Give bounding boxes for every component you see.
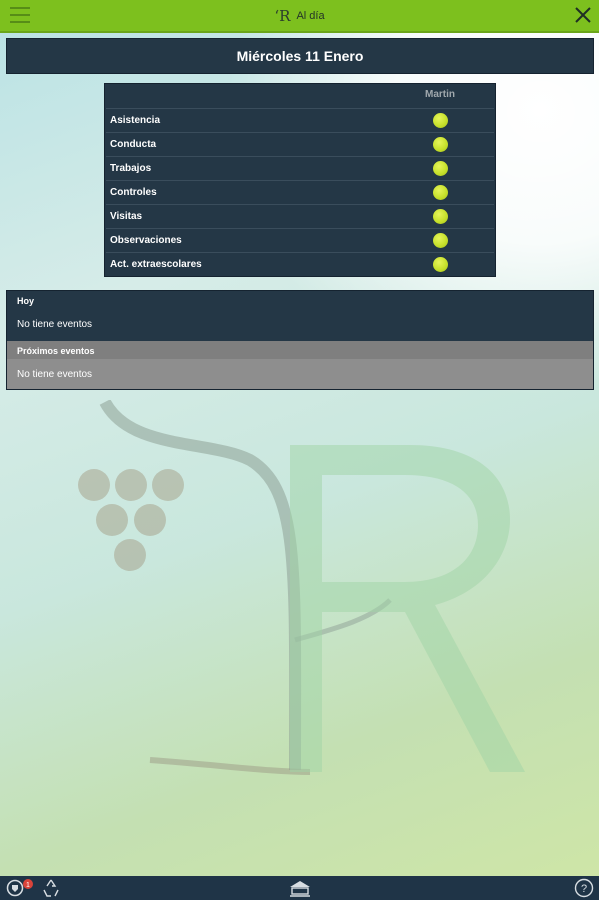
status-dot-icon	[433, 257, 448, 272]
svg-text:?: ?	[581, 883, 587, 895]
status-dot-icon	[433, 113, 448, 128]
student-name: Martin	[425, 89, 455, 100]
today-events: No tiene eventos	[7, 309, 593, 341]
row-label: Visitas	[110, 211, 143, 222]
page-title: Al día	[296, 9, 325, 22]
recycle-icon[interactable]	[40, 878, 62, 898]
close-icon[interactable]	[573, 5, 593, 25]
notification-icon[interactable]: 1	[5, 878, 35, 898]
app-logo: ʻR	[274, 6, 291, 25]
top-bar: ʻR Al día	[0, 0, 599, 33]
today-title: Hoy	[17, 296, 35, 306]
summary-row-extraescolares[interactable]: Act. extraescolares	[106, 252, 494, 276]
row-label: Asistencia	[110, 115, 161, 126]
bottom-bar: 1 ?	[0, 876, 599, 900]
summary-row-controles[interactable]: Controles	[106, 180, 494, 204]
header-title-group: ʻR Al día	[0, 0, 599, 31]
upcoming-events: No tiene eventos	[7, 359, 593, 389]
summary-row-asistencia[interactable]: Asistencia	[106, 108, 494, 132]
row-label: Observaciones	[110, 235, 182, 246]
summary-row-conducta[interactable]: Conducta	[106, 132, 494, 156]
help-icon[interactable]: ?	[573, 878, 595, 898]
row-label: Conducta	[110, 139, 157, 150]
row-label: Controles	[110, 187, 157, 198]
school-icon[interactable]	[288, 878, 312, 898]
status-dot-icon	[433, 209, 448, 224]
notification-badge: 1	[26, 882, 30, 889]
status-dot-icon	[433, 137, 448, 152]
summary-row-visitas[interactable]: Visitas	[106, 204, 494, 228]
daily-summary-table: Martin Asistencia Conducta Trabajos Cont…	[104, 83, 496, 277]
upcoming-section-header: Próximos eventos	[7, 341, 593, 359]
upcoming-title: Próximos eventos	[17, 346, 95, 356]
watermark-logo-icon	[78, 400, 525, 775]
status-dot-icon	[433, 185, 448, 200]
today-section-header: Hoy	[7, 291, 593, 309]
status-dot-icon	[433, 161, 448, 176]
summary-row-observaciones[interactable]: Observaciones	[106, 228, 494, 252]
upcoming-empty-text: No tiene eventos	[17, 369, 93, 380]
row-label: Act. extraescolares	[110, 259, 202, 270]
events-panel: Hoy No tiene eventos Próximos eventos No…	[6, 290, 594, 390]
status-dot-icon	[433, 233, 448, 248]
today-empty-text: No tiene eventos	[17, 319, 93, 330]
row-label: Trabajos	[110, 163, 152, 174]
summary-header: Martin	[105, 84, 495, 108]
date-heading: Miércoles 11 Enero	[6, 38, 594, 74]
summary-row-trabajos[interactable]: Trabajos	[106, 156, 494, 180]
